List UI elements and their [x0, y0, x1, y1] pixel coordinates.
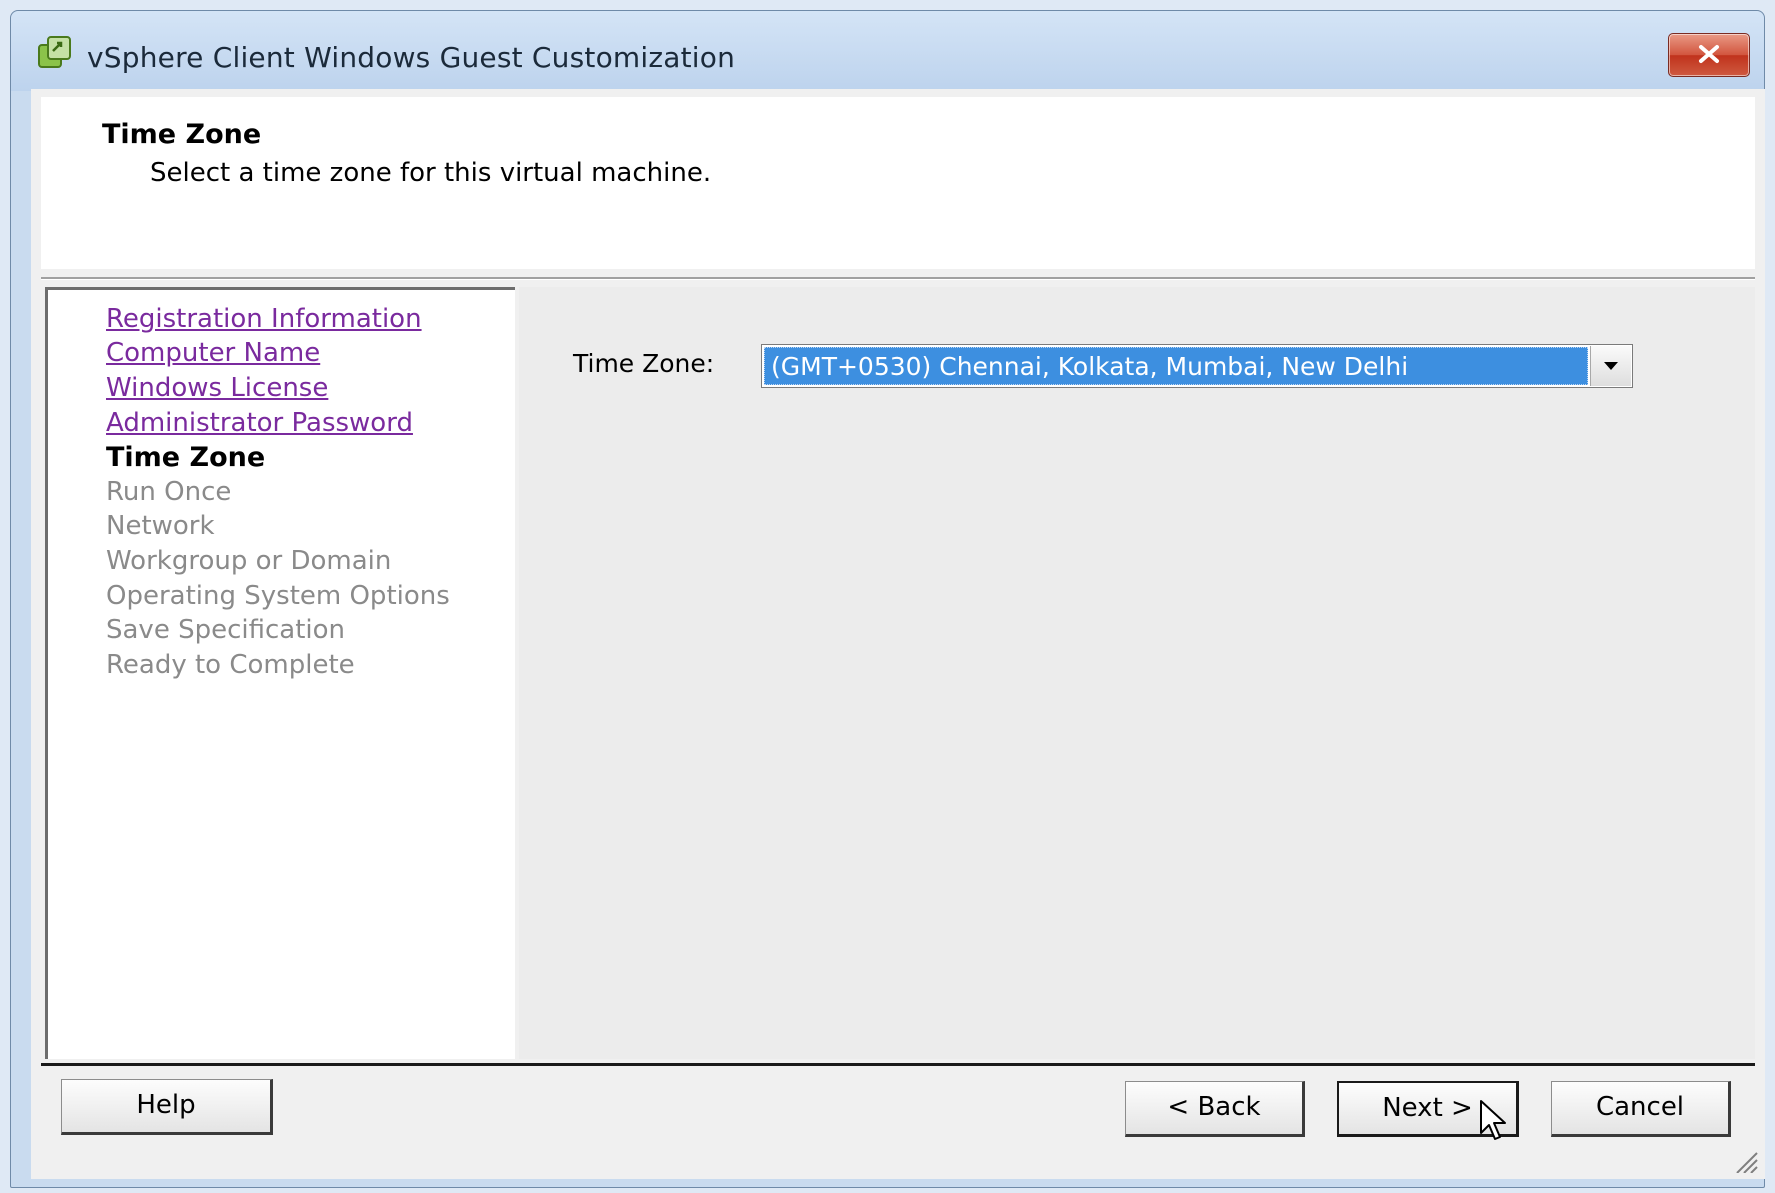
nav-step-windows-license[interactable]: Windows License: [106, 373, 328, 403]
nav-step-network: Network: [106, 511, 215, 541]
window-title: vSphere Client Windows Guest Customizati…: [87, 41, 736, 74]
resize-grip-icon[interactable]: [1731, 1149, 1759, 1173]
title-bar[interactable]: vSphere Client Windows Guest Customizati…: [11, 11, 1764, 91]
header-panel: Time Zone Select a time zone for this vi…: [41, 97, 1755, 269]
nav-step-computer-name[interactable]: Computer Name: [106, 338, 320, 368]
time-zone-selected-value[interactable]: (GMT+0530) Chennai, Kolkata, Mumbai, New…: [764, 347, 1588, 385]
vsphere-app-icon: [38, 36, 71, 68]
dialog-window: vSphere Client Windows Guest Customizati…: [10, 10, 1765, 1188]
nav-step-time-zone: Time Zone: [106, 442, 266, 473]
page-title: Time Zone: [102, 119, 262, 150]
dialog-body: Time Zone Select a time zone for this vi…: [31, 89, 1765, 1179]
page-subtitle: Select a time zone for this virtual mach…: [150, 158, 712, 188]
nav-step-administrator-password[interactable]: Administrator Password: [106, 408, 413, 438]
nav-step-registration-information[interactable]: Registration Information: [106, 304, 422, 334]
back-button[interactable]: < Back: [1125, 1081, 1305, 1137]
content-panel: Time Zone: (GMT+0530) Chennai, Kolkata, …: [519, 287, 1755, 1059]
time-zone-label: Time Zone:: [573, 349, 715, 378]
nav-step-save-specification: Save Specification: [106, 615, 346, 645]
mouse-pointer-icon: [1480, 1100, 1506, 1140]
close-button[interactable]: [1668, 33, 1750, 77]
nav-step-workgroup-or-domain: Workgroup or Domain: [106, 546, 392, 576]
nav-step-run-once: Run Once: [106, 477, 232, 507]
time-zone-select[interactable]: (GMT+0530) Chennai, Kolkata, Mumbai, New…: [761, 344, 1633, 388]
dropdown-button[interactable]: [1590, 346, 1631, 386]
header-divider: [41, 277, 1755, 280]
help-button[interactable]: Help: [61, 1079, 273, 1135]
nav-step-ready-to-complete: Ready to Complete: [106, 650, 355, 680]
nav-step-operating-system-options: Operating System Options: [106, 581, 450, 611]
chevron-down-icon: [1604, 362, 1618, 370]
wizard-steps-panel: Registration Information Computer Name W…: [45, 287, 515, 1059]
footer-divider: [41, 1063, 1755, 1066]
close-icon: [1699, 45, 1719, 63]
cancel-button[interactable]: Cancel: [1551, 1081, 1731, 1137]
